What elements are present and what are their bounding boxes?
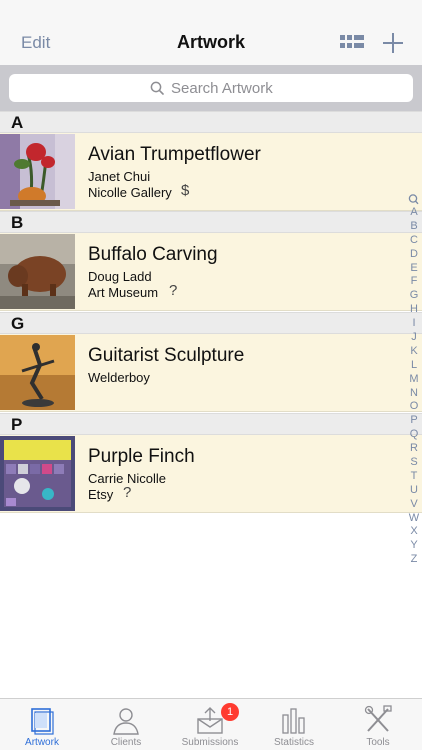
tab-clients[interactable]: Clients (84, 699, 168, 751)
artwork-title: Guitarist Sculpture (88, 345, 245, 366)
index-letter[interactable]: I (407, 317, 421, 331)
artwork-artist: Welderboy (88, 370, 150, 385)
index-letter[interactable]: P (407, 414, 421, 428)
index-letter[interactable]: V (407, 498, 421, 512)
tab-statistics[interactable]: Statistics (252, 699, 336, 751)
index-letter[interactable]: A (407, 206, 421, 220)
unknown-status-icon: ? (169, 282, 178, 299)
index-letter[interactable]: D (407, 248, 421, 262)
index-letter[interactable]: Y (407, 539, 421, 553)
index-letter[interactable]: U (407, 484, 421, 498)
index-search-icon[interactable] (407, 193, 421, 206)
sold-status-icon: $ (181, 182, 190, 199)
tab-label: Submissions (181, 737, 239, 748)
index-letter[interactable]: G (407, 289, 421, 303)
artwork-title: Purple Finch (88, 446, 195, 467)
index-letter[interactable]: N (407, 387, 421, 401)
section-letter: G (11, 314, 25, 333)
section-index[interactable]: ABCDEFGHIJKLMNOPQRSTUVWXYZ (407, 193, 421, 567)
tab-label: Clients (110, 737, 142, 748)
artwork-location: Art Museum (88, 285, 159, 300)
artwork-title: Avian Trumpetflower (88, 144, 261, 165)
index-letter[interactable]: R (407, 442, 421, 456)
search-placeholder: Search Artwork (171, 80, 273, 97)
index-letter[interactable]: J (407, 331, 421, 345)
index-letter[interactable]: O (407, 400, 421, 414)
section-header-a: A (0, 111, 422, 133)
artwork-artist: Doug Ladd (88, 269, 152, 284)
tab-submissions[interactable]: Submissions (168, 699, 252, 751)
notification-badge: 1 (221, 703, 239, 721)
artwork-location: Etsy (88, 487, 114, 502)
index-letter[interactable]: Z (407, 553, 421, 567)
list-item[interactable]: Avian Trumpetflower Janet Chui Nicolle G… (0, 133, 422, 211)
index-letter[interactable]: T (407, 470, 421, 484)
index-letter[interactable]: F (407, 275, 421, 289)
index-letter[interactable]: E (407, 262, 421, 276)
tab-label: Statistics (273, 737, 314, 748)
section-header-p: P (0, 413, 422, 435)
index-letter[interactable]: H (407, 303, 421, 317)
artwork-thumbnail (0, 234, 75, 309)
artwork-location: Nicolle Gallery (88, 185, 172, 200)
list-item[interactable]: Guitarist Sculpture Welderboy (0, 334, 422, 412)
tab-tools[interactable]: Tools (336, 699, 420, 751)
add-artwork-button[interactable] (383, 33, 403, 53)
artwork-thumbnail (0, 134, 75, 209)
tab-bar: Artwork Clients Submissions Statistics T… (0, 698, 422, 750)
index-letter[interactable]: C (407, 234, 421, 248)
artwork-icon (31, 708, 54, 735)
person-icon (113, 708, 139, 735)
artwork-thumbnail (0, 335, 75, 410)
artwork-title: Buffalo Carving (88, 244, 218, 265)
section-header-b: B (0, 211, 422, 233)
search-input[interactable]: Search Artwork (9, 74, 413, 102)
list-item[interactable]: Buffalo Carving Doug Ladd Art Museum ? (0, 233, 422, 311)
search-bar: Search Artwork (0, 65, 422, 111)
index-letter[interactable]: X (407, 525, 421, 539)
tab-label: Artwork (25, 737, 59, 748)
navigation-bar: Edit Artwork (0, 0, 422, 65)
statistics-icon (282, 708, 305, 734)
index-letter[interactable]: S (407, 456, 421, 470)
artwork-artist: Janet Chui (88, 169, 151, 184)
index-letter[interactable]: K (407, 345, 421, 359)
grid-view-icon[interactable] (340, 35, 364, 49)
index-letter[interactable]: W (407, 512, 421, 526)
section-letter: A (11, 113, 24, 132)
section-header-g: G (0, 312, 422, 334)
list-item[interactable]: Purple Finch Carrie Nicolle Etsy ? (0, 435, 422, 513)
index-letter[interactable]: Q (407, 428, 421, 442)
unknown-status-icon: ? (123, 484, 132, 501)
index-letter[interactable]: L (407, 359, 421, 373)
section-letter: P (11, 415, 23, 434)
section-letter: B (11, 213, 24, 232)
artwork-thumbnail (0, 436, 75, 511)
search-icon (150, 81, 164, 95)
tools-icon (364, 705, 392, 732)
index-letter[interactable]: B (407, 220, 421, 234)
tab-label: Tools (366, 737, 390, 748)
tab-artwork[interactable]: Artwork (0, 699, 84, 751)
index-letter[interactable]: M (407, 373, 421, 387)
